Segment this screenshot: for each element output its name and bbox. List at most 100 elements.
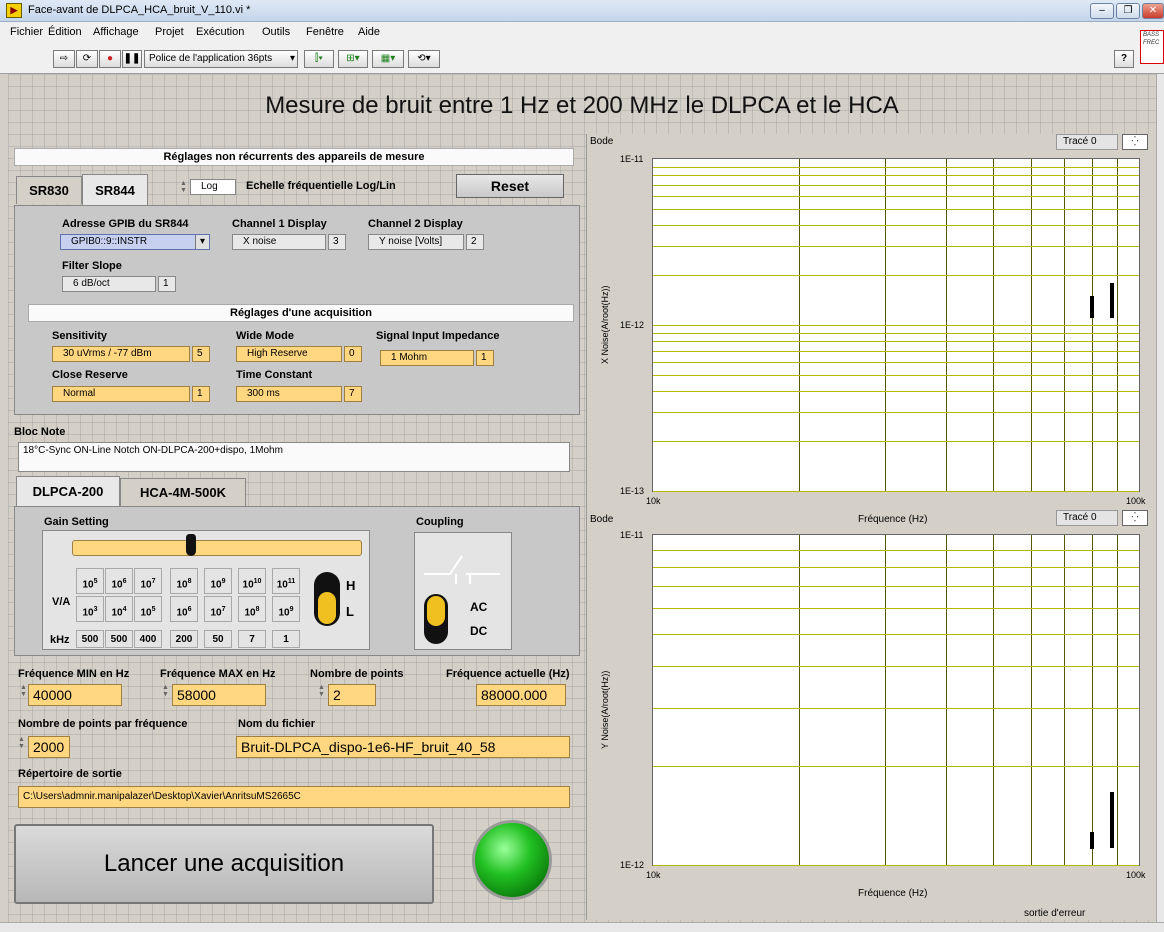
- gpib-value: GPIB0::9::INSTR: [71, 236, 148, 247]
- chart-horizontal-gridline: [653, 275, 1139, 276]
- chart1-data-point: [1110, 282, 1115, 319]
- gain-slider-thumb[interactable]: [186, 534, 196, 556]
- bandwidth-value[interactable]: 500: [76, 630, 104, 648]
- tab-sr844[interactable]: SR844: [82, 174, 148, 206]
- menu-execution[interactable]: Exécution: [196, 26, 244, 38]
- gain-option-high[interactable]: 109: [204, 568, 232, 594]
- wide-mode-select[interactable]: High Reserve: [236, 346, 342, 362]
- resize-objects-icon[interactable]: ▦▾: [372, 50, 404, 68]
- bandwidth-value[interactable]: 7: [238, 630, 266, 648]
- help-icon[interactable]: ?: [1114, 50, 1134, 68]
- ch1-label: Channel 1 Display: [232, 218, 327, 230]
- gain-option-low[interactable]: 105: [134, 596, 162, 622]
- menu-outils[interactable]: Outils: [262, 26, 290, 38]
- npts-input[interactable]: 2: [328, 684, 376, 706]
- gain-setting-label: Gain Setting: [44, 516, 109, 528]
- ch1-select[interactable]: X noise: [232, 234, 326, 250]
- font-select[interactable]: Police de l'application 36pts ▾: [144, 50, 298, 68]
- spin-arrows-icon: ▲ ▼: [180, 180, 187, 194]
- gpib-select[interactable]: GPIB0::9::INSTR ▾: [60, 234, 210, 250]
- align-objects-icon[interactable]: ⫿▾: [304, 50, 334, 68]
- chart1-ytick: 1E-13: [620, 486, 645, 496]
- chart-horizontal-gridline: [653, 441, 1139, 442]
- bandwidth-value[interactable]: 400: [134, 630, 162, 648]
- chart-horizontal-gridline: [653, 185, 1139, 186]
- close-reserve-select[interactable]: Normal: [52, 386, 190, 402]
- menu-fichier[interactable]: Fichier: [10, 26, 43, 38]
- gain-option-low[interactable]: 108: [238, 596, 266, 622]
- filename-input[interactable]: Bruit-DLPCA_dispo-1e6-HF_bruit_40_58: [236, 736, 570, 758]
- page-title: Mesure de bruit entre 1 Hz et 200 MHz le…: [265, 92, 899, 119]
- tab-hca-4m-500k[interactable]: HCA-4M-500K: [120, 478, 246, 506]
- filter-label: Filter Slope: [62, 260, 122, 272]
- gpib-label: Adresse GPIB du SR844: [62, 218, 189, 230]
- gain-option-high[interactable]: 1011: [272, 568, 300, 594]
- khz-label: kHz: [50, 634, 70, 646]
- gain-option-low[interactable]: 103: [76, 596, 104, 622]
- tab-dlpca-200[interactable]: DLPCA-200: [16, 476, 120, 506]
- menu-edition[interactable]: Édition: [48, 26, 82, 38]
- chart-horizontal-gridline: [653, 567, 1139, 568]
- freq-max-input[interactable]: 58000: [172, 684, 266, 706]
- settings-header: Réglages non récurrents des appareils de…: [14, 148, 574, 166]
- gain-option-high[interactable]: 1010: [238, 568, 266, 594]
- spin-arrows-icon[interactable]: ▲ ▼: [20, 684, 27, 698]
- spin-arrows-icon[interactable]: ▲ ▼: [318, 684, 325, 698]
- gain-option-high[interactable]: 105: [76, 568, 104, 594]
- run-continuously-icon[interactable]: ⟳: [76, 50, 98, 68]
- gain-option-high[interactable]: 106: [105, 568, 133, 594]
- launch-acquisition-button[interactable]: Lancer une acquisition: [14, 824, 434, 904]
- freq-current-value: 88000.000: [476, 684, 566, 706]
- freq-min-input[interactable]: 40000: [28, 684, 122, 706]
- gain-option-high[interactable]: 108: [170, 568, 198, 594]
- chart1-plot[interactable]: [652, 158, 1140, 492]
- bloc-note-textarea[interactable]: 18°C-Sync ON-Line Notch ON-DLPCA-200+dis…: [18, 442, 570, 472]
- close-reserve-label: Close Reserve: [52, 369, 128, 381]
- output-dir-input[interactable]: C:\Users\admnir.manipalazer\Desktop\Xavi…: [18, 786, 570, 808]
- abort-icon[interactable]: ●: [99, 50, 121, 68]
- distribute-objects-icon[interactable]: ⊞▾: [338, 50, 368, 68]
- gain-option-high[interactable]: 107: [134, 568, 162, 594]
- menu-aide[interactable]: Aide: [358, 26, 380, 38]
- bandwidth-value[interactable]: 50: [204, 630, 232, 648]
- bandwidth-value[interactable]: 200: [170, 630, 198, 648]
- minimize-button[interactable]: –: [1090, 3, 1114, 19]
- tab-sr830[interactable]: SR830: [16, 176, 82, 204]
- dc-label: DC: [470, 624, 488, 638]
- spin-arrows-icon[interactable]: ▲ ▼: [162, 684, 169, 698]
- menu-affichage[interactable]: Affichage: [93, 26, 139, 38]
- chart1-data-point: [1089, 295, 1094, 319]
- gain-option-low[interactable]: 109: [272, 596, 300, 622]
- menu-projet[interactable]: Projet: [155, 26, 184, 38]
- chart1-xtick: 100k: [1126, 496, 1146, 506]
- reset-button[interactable]: Reset: [456, 174, 564, 198]
- menu-fenetre[interactable]: Fenêtre: [306, 26, 344, 38]
- gain-option-low[interactable]: 107: [204, 596, 232, 622]
- impedance-select[interactable]: 1 Mohm: [380, 350, 474, 366]
- sensitivity-select[interactable]: 30 uVrms / -77 dBm: [52, 346, 190, 362]
- chart-horizontal-gridline: [653, 608, 1139, 609]
- close-button[interactable]: ✕: [1142, 3, 1164, 19]
- vertical-scrollbar[interactable]: [1156, 74, 1164, 922]
- restore-button[interactable]: ❐: [1116, 3, 1140, 19]
- window-title: Face-avant de DLPCA_HCA_bruit_V_110.vi *: [28, 4, 251, 16]
- scale-select[interactable]: ▲ ▼ Log: [180, 178, 236, 196]
- horizontal-scrollbar[interactable]: [0, 922, 1164, 932]
- pause-icon[interactable]: ❚❚: [122, 50, 142, 68]
- gain-slider-track[interactable]: [72, 540, 362, 556]
- filter-select[interactable]: 6 dB/oct: [62, 276, 156, 292]
- chart2-plot[interactable]: [652, 534, 1140, 866]
- ch2-select[interactable]: Y noise [Volts]: [368, 234, 464, 250]
- time-constant-select[interactable]: 300 ms: [236, 386, 342, 402]
- bandwidth-value[interactable]: 1: [272, 630, 300, 648]
- gain-option-low[interactable]: 104: [105, 596, 133, 622]
- reorder-icon[interactable]: ⟲▾: [408, 50, 440, 68]
- run-arrow-icon[interactable]: ⇨: [53, 50, 75, 68]
- labview-icon: ▶: [6, 3, 22, 18]
- chart2-legend-marker-icon[interactable]: ⁛: [1122, 510, 1148, 526]
- spin-arrows-icon[interactable]: ▲ ▼: [18, 736, 25, 750]
- pts-per-freq-input[interactable]: 2000: [28, 736, 70, 758]
- chart1-legend-marker-icon[interactable]: ⁛: [1122, 134, 1148, 150]
- bandwidth-value[interactable]: 500: [105, 630, 133, 648]
- gain-option-low[interactable]: 106: [170, 596, 198, 622]
